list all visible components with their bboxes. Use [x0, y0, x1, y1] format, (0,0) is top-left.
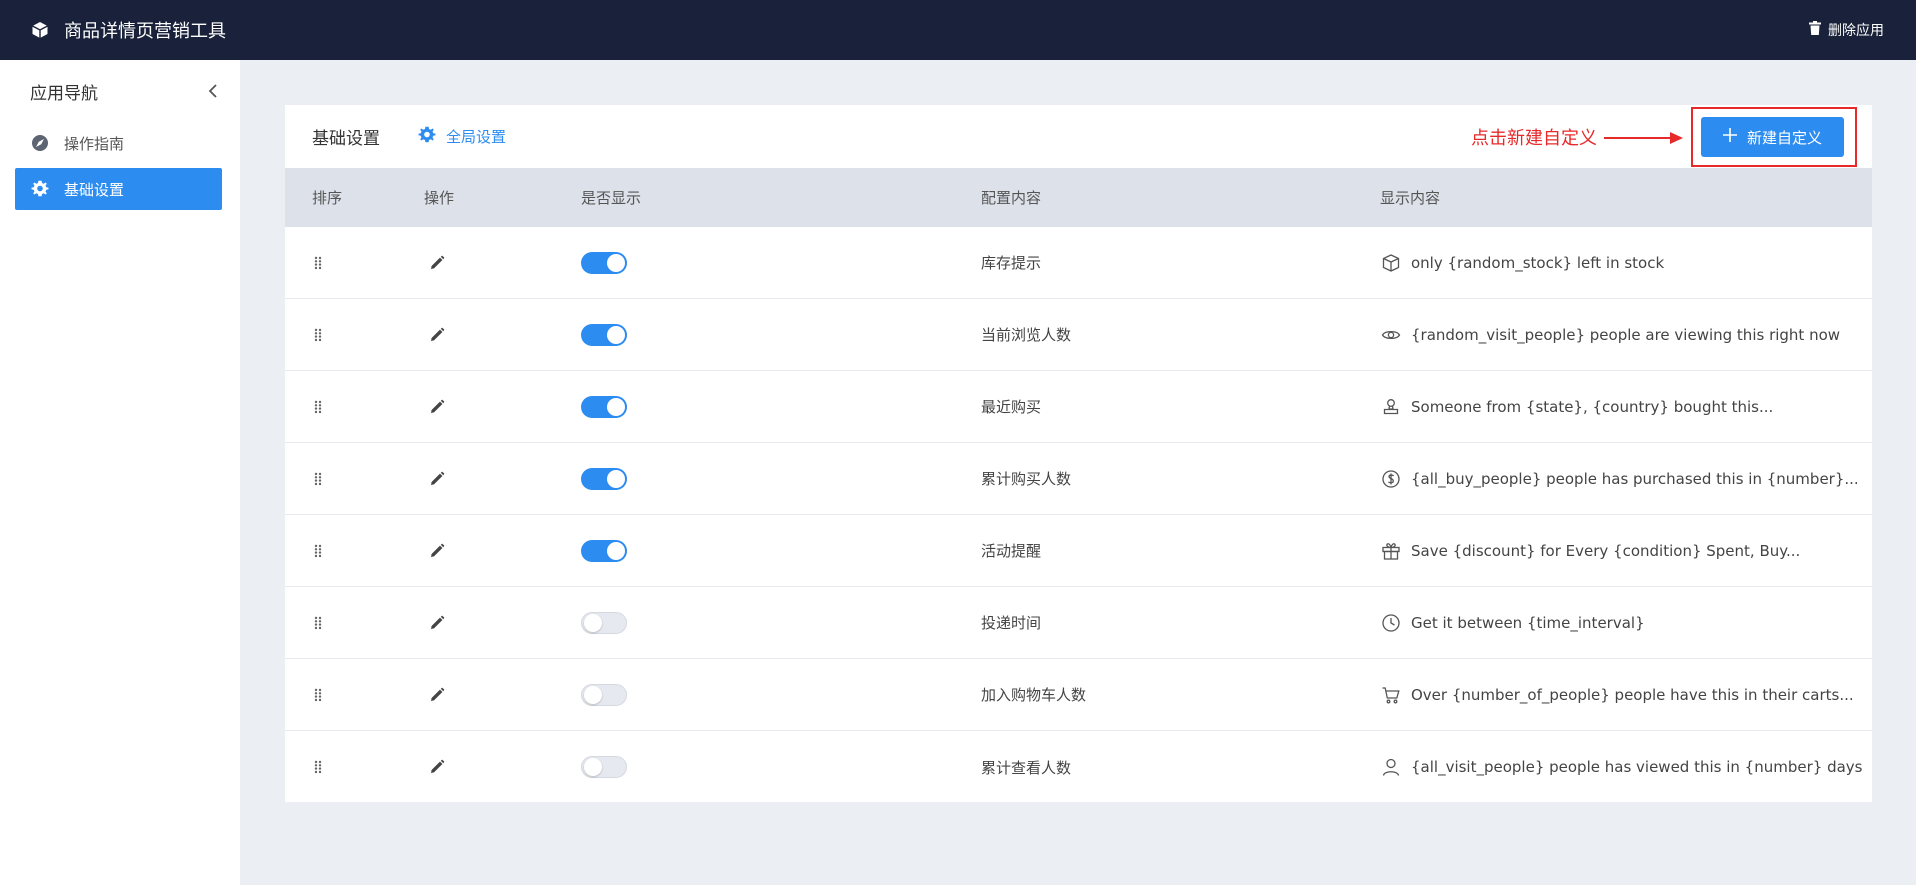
- chevron-left-icon[interactable]: [202, 80, 224, 102]
- global-settings-link[interactable]: 全局设置: [418, 126, 506, 148]
- settings-card: 基础设置 全局设置 点击新建自定义 新建自定义 排序 操作 是否显示 配置内容 …: [285, 105, 1872, 802]
- delete-app-button[interactable]: 删除应用: [1809, 0, 1884, 60]
- edit-icon[interactable]: [427, 469, 447, 489]
- header-sort: 排序: [312, 189, 343, 207]
- visibility-toggle[interactable]: [581, 395, 627, 418]
- visibility-toggle[interactable]: [581, 756, 627, 778]
- arrow-right-icon: [1604, 130, 1684, 149]
- config-name: 累计查看人数: [981, 758, 1072, 777]
- sidebar-title: 应用导航: [30, 83, 98, 104]
- table-header: 排序 操作 是否显示 配置内容 显示内容: [285, 168, 1872, 227]
- table-row: 累计查看人数 {all_visit_people} people has vie…: [285, 731, 1872, 803]
- display-text: {all_buy_people} people has purchased th…: [1411, 469, 1859, 488]
- display-content: {all_visit_people} people has viewed thi…: [1380, 756, 1862, 778]
- edit-icon[interactable]: [427, 253, 447, 273]
- plus-icon: [1722, 128, 1747, 146]
- display-content: {all_buy_people} people has purchased th…: [1380, 468, 1859, 490]
- gift-icon: [1380, 540, 1402, 562]
- display-text: Get it between {time_interval}: [1411, 613, 1645, 632]
- card-header: 基础设置 全局设置 点击新建自定义 新建自定义: [285, 105, 1872, 168]
- edit-icon[interactable]: [427, 397, 447, 417]
- display-content: only {random_stock} left in stock: [1380, 252, 1664, 274]
- global-settings-label: 全局设置: [446, 128, 507, 146]
- drag-handle-icon[interactable]: [314, 759, 322, 775]
- new-custom-button[interactable]: 新建自定义: [1701, 117, 1844, 157]
- drag-handle-icon[interactable]: [314, 687, 322, 703]
- eye-icon: [1380, 324, 1402, 346]
- config-name: 库存提示: [981, 254, 1042, 272]
- sidebar-header: 应用导航: [0, 60, 240, 122]
- table-row: 投递时间 Get it between {time_interval}: [285, 587, 1872, 659]
- table-body: 库存提示 only {random_stock} left in stock 当…: [285, 227, 1872, 803]
- sidebar-item-label: 基础设置: [64, 180, 125, 199]
- cart-icon: [1380, 684, 1402, 706]
- config-name: 投递时间: [981, 614, 1042, 632]
- table-row: 库存提示 only {random_stock} left in stock: [285, 227, 1872, 299]
- header-display: 显示内容: [1380, 189, 1441, 207]
- display-content: Save {discount} for Every {condition} Sp…: [1380, 540, 1800, 562]
- compass-icon: [30, 133, 50, 153]
- app-title: 商品详情页营销工具: [64, 21, 226, 42]
- display-content: Get it between {time_interval}: [1380, 612, 1645, 634]
- user-icon: [1380, 756, 1402, 778]
- annotation-hint: 点击新建自定义: [1471, 127, 1597, 149]
- config-name: 活动提醒: [981, 542, 1042, 560]
- header-action: 操作: [424, 189, 455, 207]
- visibility-toggle[interactable]: [581, 251, 627, 274]
- delete-app-label: 删除应用: [1828, 23, 1884, 39]
- display-text: Save {discount} for Every {condition} Sp…: [1411, 541, 1801, 560]
- new-custom-label: 新建自定义: [1746, 128, 1822, 147]
- gear-icon: [30, 179, 50, 199]
- visibility-toggle[interactable]: [581, 467, 627, 490]
- config-name: 当前浏览人数: [981, 326, 1072, 344]
- edit-icon[interactable]: [427, 613, 447, 633]
- table-row: 活动提醒 Save {discount} for Every {conditio…: [285, 515, 1872, 587]
- table-row: 加入购物车人数 Over {number_of_people} people h…: [285, 659, 1872, 731]
- visibility-toggle[interactable]: [581, 683, 627, 706]
- edit-icon[interactable]: [427, 325, 447, 345]
- display-text: Someone from {state}, {country} bought t…: [1411, 397, 1774, 416]
- config-name: 加入购物车人数: [981, 686, 1087, 704]
- table-row: 累计购买人数 {all_buy_people} people has purch…: [285, 443, 1872, 515]
- visibility-toggle[interactable]: [581, 539, 627, 562]
- drag-handle-icon[interactable]: [314, 255, 322, 271]
- display-content: Someone from {state}, {country} bought t…: [1380, 396, 1773, 418]
- card-title: 基础设置: [312, 129, 380, 149]
- sidebar-item-basic-settings[interactable]: 基础设置: [15, 168, 222, 210]
- display-text: Over {number_of_people} people have this…: [1411, 685, 1854, 704]
- header-visible: 是否显示: [581, 189, 642, 207]
- header-config: 配置内容: [981, 189, 1042, 207]
- top-bar: 商品详情页营销工具 删除应用: [0, 0, 1916, 60]
- sidebar-item-guide[interactable]: 操作指南: [15, 122, 222, 164]
- stamp-icon: [1380, 396, 1402, 418]
- edit-icon[interactable]: [427, 541, 447, 561]
- drag-handle-icon[interactable]: [314, 327, 322, 343]
- gear-icon: [418, 126, 446, 148]
- config-name: 最近购买: [981, 398, 1042, 416]
- trash-icon: [1809, 21, 1828, 39]
- drag-handle-icon[interactable]: [314, 615, 322, 631]
- drag-handle-icon[interactable]: [314, 399, 322, 415]
- sidebar: 应用导航 操作指南 基础设置: [0, 60, 240, 885]
- cube-icon: [30, 20, 50, 40]
- visibility-toggle[interactable]: [581, 323, 627, 346]
- drag-handle-icon[interactable]: [314, 543, 322, 559]
- dollar-icon: [1380, 468, 1402, 490]
- display-content: Over {number_of_people} people have this…: [1380, 684, 1854, 706]
- sidebar-item-label: 操作指南: [64, 134, 125, 153]
- table-row: 最近购买 Someone from {state}, {country} bou…: [285, 371, 1872, 443]
- display-text: {random_visit_people} people are viewing…: [1411, 325, 1841, 344]
- edit-icon[interactable]: [427, 685, 447, 705]
- config-name: 累计购买人数: [981, 470, 1072, 488]
- display-text: only {random_stock} left in stock: [1411, 253, 1665, 272]
- clock-icon: [1380, 612, 1402, 634]
- edit-icon[interactable]: [427, 757, 447, 777]
- drag-handle-icon[interactable]: [314, 471, 322, 487]
- visibility-toggle[interactable]: [581, 611, 627, 634]
- display-text: {all_visit_people} people has viewed thi…: [1411, 758, 1863, 776]
- box-icon: [1380, 252, 1402, 274]
- display-content: {random_visit_people} people are viewing…: [1380, 324, 1840, 346]
- table-row: 当前浏览人数 {random_visit_people} people are …: [285, 299, 1872, 371]
